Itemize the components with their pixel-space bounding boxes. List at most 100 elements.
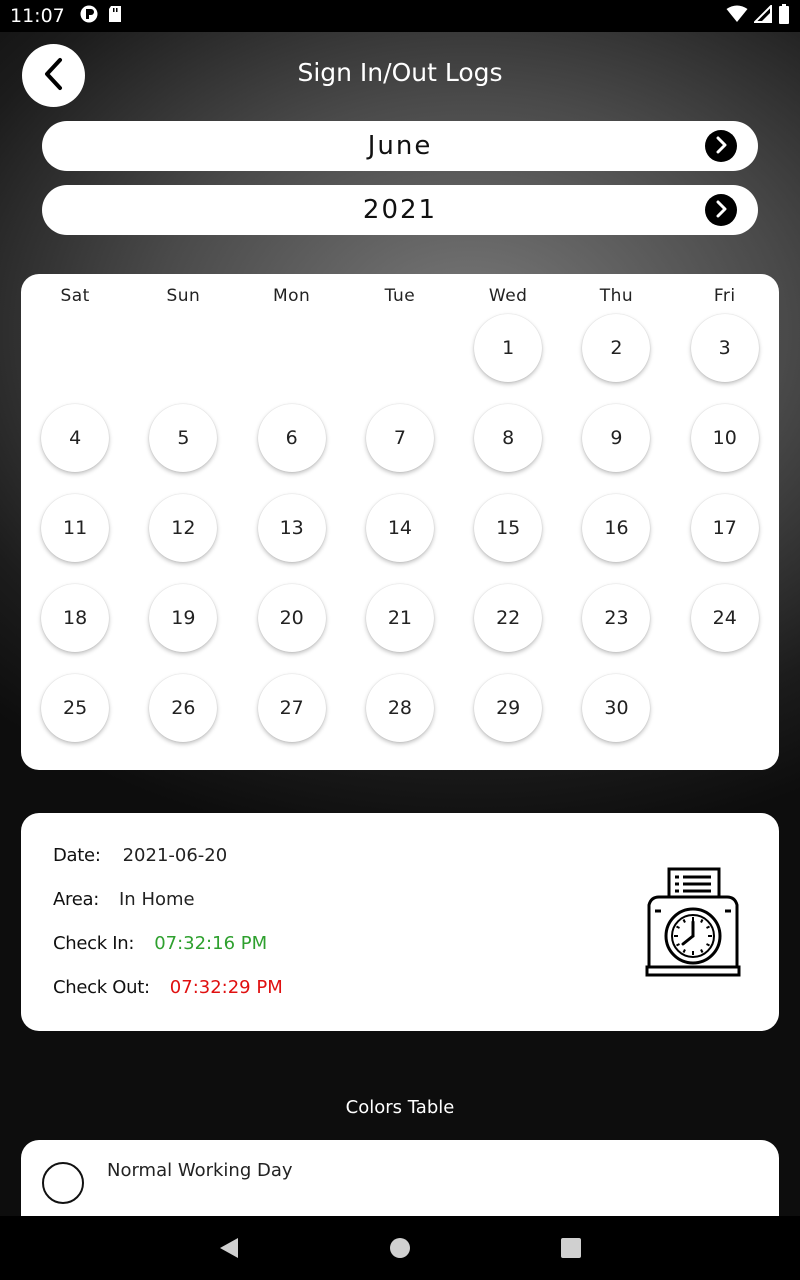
calendar-cell bbox=[346, 314, 454, 404]
calendar-day-button[interactable]: 17 bbox=[690, 494, 759, 562]
calendar-day-button[interactable]: 27 bbox=[257, 674, 326, 742]
calendar-day-button[interactable]: 1 bbox=[474, 314, 543, 382]
page-title: Sign In/Out Logs bbox=[297, 58, 503, 87]
calendar-cell bbox=[129, 314, 237, 404]
check-out-label: Check Out: bbox=[53, 977, 150, 998]
calendar-day-button[interactable]: 24 bbox=[690, 584, 759, 652]
area-row: Area: In Home bbox=[53, 889, 195, 910]
empty-circle-icon bbox=[42, 1162, 84, 1204]
calendar-week-row: 4 5 6 7 8 9 10 bbox=[21, 404, 779, 494]
status-bar: 11:07 bbox=[0, 0, 800, 32]
check-in-row: Check In: 07:32:16 PM bbox=[53, 933, 267, 954]
system-nav-bar bbox=[0, 1216, 800, 1280]
calendar-cell: 28 bbox=[346, 674, 454, 764]
calendar-day-button[interactable]: 26 bbox=[149, 674, 218, 742]
calendar-cell: 4 bbox=[21, 404, 129, 494]
weekday-label: Sat bbox=[60, 286, 90, 306]
weekday-label: Wed bbox=[488, 286, 528, 306]
calendar-day-button[interactable]: 30 bbox=[582, 674, 651, 742]
calendar-week-row: 123 bbox=[21, 314, 779, 404]
colors-table-card: Normal Working Day bbox=[21, 1140, 779, 1216]
weekday-header: Sat Sun Mon Tue Wed Thu Fri bbox=[21, 286, 779, 306]
calendar-cell bbox=[238, 314, 346, 404]
calendar-day-button[interactable]: 22 bbox=[474, 584, 543, 652]
calendar-day-button[interactable]: 14 bbox=[365, 494, 434, 562]
calendar-cell: 25 bbox=[21, 674, 129, 764]
calendar-cell: 3 bbox=[671, 314, 779, 404]
calendar-cell: 10 bbox=[671, 404, 779, 494]
calendar-cell: 17 bbox=[671, 494, 779, 584]
calendar-day-button[interactable]: 23 bbox=[582, 584, 651, 652]
month-value: June bbox=[367, 131, 433, 161]
calendar-cell: 20 bbox=[238, 584, 346, 674]
calendar-day-button[interactable]: 13 bbox=[257, 494, 326, 562]
calendar-day-button[interactable]: 11 bbox=[41, 494, 110, 562]
calendar-day-button[interactable]: 9 bbox=[582, 404, 651, 472]
app-content: Sign In/Out Logs June 2021 Sat Sun Mon T… bbox=[0, 32, 800, 1216]
back-triangle-icon[interactable] bbox=[218, 1236, 240, 1264]
status-time: 11:07 bbox=[10, 5, 65, 27]
calendar-cell: 22 bbox=[454, 584, 562, 674]
date-label: Date: bbox=[53, 845, 101, 866]
calendar-day-button[interactable]: 2 bbox=[582, 314, 651, 382]
calendar-cell: 26 bbox=[129, 674, 237, 764]
calendar-day-button[interactable]: 15 bbox=[474, 494, 543, 562]
calendar-day-button[interactable]: 21 bbox=[365, 584, 434, 652]
chevron-right-icon bbox=[714, 131, 728, 161]
weekday-label: Thu bbox=[599, 286, 634, 306]
calendar-day-button[interactable]: 29 bbox=[474, 674, 543, 742]
calendar-day-button[interactable]: 8 bbox=[474, 404, 543, 472]
weekday-label: Sun bbox=[166, 286, 201, 306]
calendar-cell: 5 bbox=[129, 404, 237, 494]
weekday-label: Tue bbox=[384, 286, 416, 306]
recents-square-icon[interactable] bbox=[560, 1236, 582, 1264]
calendar-cell bbox=[21, 314, 129, 404]
check-in-value: 07:32:16 PM bbox=[154, 933, 268, 954]
home-circle-icon[interactable] bbox=[388, 1236, 412, 1264]
sd-card-icon bbox=[107, 5, 123, 27]
battery-icon bbox=[778, 4, 790, 28]
calendar-cell: 24 bbox=[671, 584, 779, 674]
calendar-cell: 21 bbox=[346, 584, 454, 674]
calendar-cell: 19 bbox=[129, 584, 237, 674]
calendar-day-button[interactable]: 25 bbox=[41, 674, 110, 742]
calendar-day-button[interactable]: 10 bbox=[690, 404, 759, 472]
year-selector[interactable]: 2021 bbox=[42, 185, 758, 235]
calendar-week-row: 18 19 20 21 22 23 24 bbox=[21, 584, 779, 674]
area-label: Area: bbox=[53, 889, 99, 910]
calendar-cell: 1 bbox=[454, 314, 562, 404]
calendar-day-button[interactable]: 6 bbox=[257, 404, 326, 472]
colors-table-title: Colors Table bbox=[345, 1097, 455, 1118]
calendar-day-button[interactable]: 3 bbox=[690, 314, 759, 382]
calendar-day-button[interactable]: 20 bbox=[257, 584, 326, 652]
calendar-day-button[interactable]: 12 bbox=[149, 494, 218, 562]
calendar-cell: 29 bbox=[454, 674, 562, 764]
check-out-value: 07:32:29 PM bbox=[169, 977, 283, 998]
status-icons-right bbox=[726, 3, 790, 28]
calendar-day-button[interactable]: 16 bbox=[582, 494, 651, 562]
month-selector[interactable]: June bbox=[42, 121, 758, 171]
calendar-cell: 7 bbox=[346, 404, 454, 494]
calendar-cell: 9 bbox=[562, 404, 670, 494]
calendar-day-button[interactable]: 7 bbox=[365, 404, 434, 472]
next-month-button[interactable] bbox=[705, 130, 737, 162]
wifi-icon bbox=[726, 5, 748, 27]
date-row: Date: 2021-06-20 bbox=[53, 845, 227, 866]
calendar-cell: 18 bbox=[21, 584, 129, 674]
calendar-cell bbox=[671, 674, 779, 764]
notification-app-icon bbox=[79, 4, 99, 28]
calendar-day-button[interactable]: 28 bbox=[365, 674, 434, 742]
chevron-right-icon bbox=[714, 195, 728, 225]
next-year-button[interactable] bbox=[705, 194, 737, 226]
calendar-cell: 27 bbox=[238, 674, 346, 764]
signal-icon bbox=[752, 3, 772, 27]
weekday-label: Mon bbox=[272, 286, 311, 306]
calendar-cell: 2 bbox=[562, 314, 670, 404]
check-in-label: Check In: bbox=[53, 933, 135, 954]
calendar-day-button[interactable]: 5 bbox=[149, 404, 218, 472]
area-value: In Home bbox=[119, 889, 195, 910]
calendar-day-button[interactable]: 4 bbox=[41, 404, 110, 472]
calendar-day-button[interactable]: 18 bbox=[41, 584, 110, 652]
calendar-day-button[interactable]: 19 bbox=[149, 584, 218, 652]
calendar-week-row: 11 12 13 14 15 16 17 bbox=[21, 494, 779, 584]
